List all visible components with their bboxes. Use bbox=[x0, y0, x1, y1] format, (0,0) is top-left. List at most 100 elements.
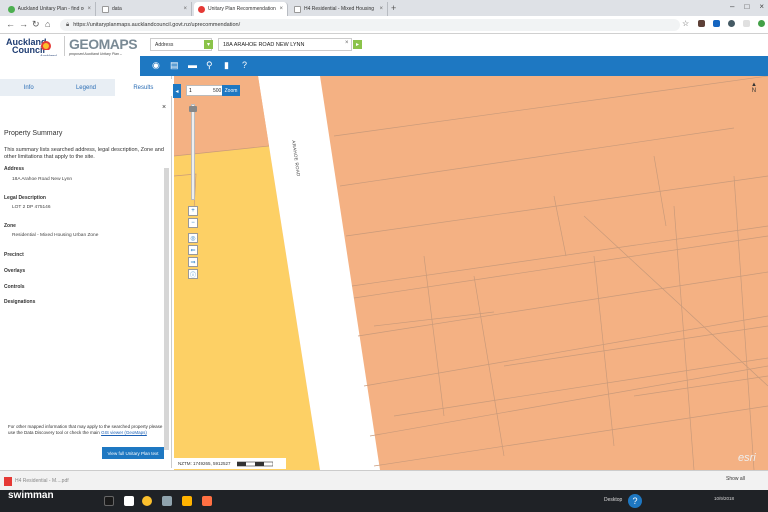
profile-avatar[interactable] bbox=[758, 20, 765, 27]
browser-tab-data[interactable]: data × bbox=[98, 2, 192, 16]
scale-denominator: 500 bbox=[213, 88, 222, 94]
reload-icon[interactable]: ↻ bbox=[32, 19, 40, 30]
task-view-icon[interactable] bbox=[124, 496, 134, 506]
collapse-panel-button[interactable]: ◂ bbox=[173, 84, 181, 98]
full-extent-icon[interactable]: ◎ bbox=[188, 233, 198, 243]
document-icon bbox=[102, 5, 109, 13]
close-icon[interactable]: × bbox=[183, 6, 187, 12]
zone-label: Zone bbox=[4, 223, 16, 229]
header-left-strip bbox=[0, 56, 140, 76]
measure-icon[interactable]: ▬ bbox=[188, 60, 197, 70]
council-logo-mark-icon bbox=[41, 41, 51, 50]
home-icon[interactable]: ⌂ bbox=[45, 19, 50, 29]
url-bar[interactable]: 🔒︎ https://unitaryplanmaps.aucklandcounc… bbox=[60, 19, 680, 31]
document-icon bbox=[294, 5, 301, 13]
zoom-in-icon[interactable]: + bbox=[188, 206, 198, 216]
extension-icons: ⋮ bbox=[698, 20, 768, 28]
tab-results[interactable]: Results bbox=[114, 79, 172, 96]
help-icon[interactable]: ? bbox=[628, 494, 642, 508]
panel-tabs: Info Legend Results bbox=[0, 79, 172, 96]
zoom-slider-handle[interactable] bbox=[189, 106, 197, 112]
gis-viewer-link[interactable]: GIS viewer (GeoMaps) bbox=[101, 430, 147, 435]
tab-info[interactable]: Info bbox=[0, 79, 57, 96]
tab-favicon-icon bbox=[8, 5, 15, 13]
scale-input[interactable] bbox=[189, 86, 209, 95]
panel-footer-text: For other mapped information that may ap… bbox=[8, 424, 163, 435]
esri-logo: esri bbox=[738, 452, 756, 464]
show-all-downloads-link[interactable]: Show all bbox=[726, 476, 745, 482]
address-label: Address bbox=[4, 166, 25, 172]
panel-scrollbar[interactable] bbox=[164, 168, 169, 450]
map-toolbar: ◉ ▤ ▬ ⚲ ▮ ? bbox=[140, 56, 768, 76]
coordinate-readout: NZTM: 1749265, 5912527 bbox=[174, 458, 286, 469]
browser-address-bar: ← → ↻ ⌂ 🔒︎ https://unitaryplanmaps.auckl… bbox=[0, 16, 768, 34]
clear-search-icon[interactable]: × bbox=[345, 40, 349, 46]
legal-description-label: Legal Description bbox=[4, 195, 46, 201]
zoom-slider[interactable] bbox=[191, 104, 195, 200]
info-icon[interactable]: ⓘ bbox=[188, 269, 198, 279]
browser-tab-unitary-plan[interactable]: Auckland Unitary Plan - find our × bbox=[4, 2, 96, 16]
browser-tab-h4-residential[interactable]: H4 Residential - Mixed Housing × bbox=[290, 2, 388, 16]
browser-tab-recommendation[interactable]: Unitary Plan Recommendation × bbox=[194, 2, 288, 16]
zoom-button[interactable]: Zoom bbox=[222, 85, 240, 96]
close-icon[interactable]: × bbox=[379, 6, 383, 12]
panel-close-icon[interactable]: × bbox=[162, 104, 166, 111]
maximize-icon[interactable]: □ bbox=[744, 2, 749, 11]
address-search-input[interactable] bbox=[218, 38, 352, 51]
controls-link[interactable]: Controls bbox=[4, 284, 25, 290]
search-go-icon[interactable]: ▸ bbox=[353, 40, 362, 49]
location-pin-icon[interactable]: ⚲ bbox=[206, 60, 213, 71]
panel-intro: This summary lists searched address, leg… bbox=[4, 147, 164, 160]
app-icon[interactable] bbox=[162, 496, 172, 506]
download-bar: H4 Residential - M....pdf bbox=[0, 470, 768, 490]
close-icon[interactable]: × bbox=[279, 6, 283, 12]
url-text: https://unitaryplanmaps.aucklandcouncil.… bbox=[73, 22, 241, 28]
search-type-dropdown-icon[interactable]: ▾ bbox=[204, 40, 213, 49]
windows-taskbar bbox=[0, 490, 768, 512]
extension-icon[interactable] bbox=[728, 20, 735, 27]
scale-bar-icon bbox=[236, 461, 273, 466]
tab-favicon-icon bbox=[198, 5, 205, 13]
forward-icon[interactable]: → bbox=[19, 19, 28, 29]
new-tab-icon[interactable]: + bbox=[391, 3, 396, 13]
extension-icon[interactable] bbox=[713, 20, 720, 27]
bookmark-icon[interactable]: ▮ bbox=[224, 60, 229, 71]
watermark: swimman bbox=[8, 490, 54, 501]
download-item[interactable]: H4 Residential - M....pdf bbox=[4, 475, 90, 487]
map-svg bbox=[174, 76, 768, 470]
chrome-icon[interactable] bbox=[142, 496, 152, 506]
extension-icon[interactable] bbox=[743, 20, 750, 27]
back-icon[interactable]: ← bbox=[6, 19, 15, 29]
map-canvas[interactable] bbox=[174, 76, 768, 470]
window-controls: – □ × bbox=[730, 2, 764, 11]
precinct-link[interactable]: Precinct bbox=[4, 252, 24, 258]
zoom-out-icon[interactable]: − bbox=[188, 218, 198, 228]
app-icon[interactable] bbox=[202, 496, 212, 506]
zone-value: Residential - Mixed Housing Urban Zone bbox=[12, 233, 99, 238]
next-extent-icon[interactable]: ⇒ bbox=[188, 257, 198, 267]
bookmark-star-icon[interactable]: ☆ bbox=[682, 19, 689, 28]
tab-legend[interactable]: Legend bbox=[57, 79, 114, 96]
previous-extent-icon[interactable]: ⇐ bbox=[188, 245, 198, 255]
desktop-label[interactable]: Desktop bbox=[604, 497, 622, 503]
view-full-plan-button[interactable]: View full Unitary Plan text bbox=[102, 447, 164, 459]
search-type-select[interactable]: Address bbox=[150, 38, 212, 51]
designations-link[interactable]: Designations bbox=[4, 299, 35, 305]
extension-icon[interactable] bbox=[698, 20, 705, 27]
panel-title: Property Summary bbox=[4, 130, 63, 137]
print-icon[interactable]: ▤ bbox=[170, 60, 179, 71]
north-arrow: ▲ N bbox=[751, 82, 757, 94]
view-eye-icon[interactable]: ◉ bbox=[152, 60, 160, 71]
window-close-icon[interactable]: × bbox=[759, 2, 764, 11]
pdf-icon bbox=[4, 476, 12, 486]
taskbar-clock[interactable]: 10/9/2018 bbox=[714, 496, 734, 502]
start-icon[interactable] bbox=[104, 496, 114, 506]
browser-tab-bar: Auckland Unitary Plan - find our × data … bbox=[0, 0, 768, 16]
help-question-icon[interactable]: ? bbox=[242, 60, 247, 70]
minimize-icon[interactable]: – bbox=[730, 2, 734, 11]
lock-icon: 🔒︎ bbox=[66, 21, 70, 28]
overlays-link[interactable]: Overlays bbox=[4, 268, 25, 274]
close-icon[interactable]: × bbox=[87, 6, 91, 12]
file-explorer-icon[interactable] bbox=[182, 496, 192, 506]
legal-description-value: LOT 2 DP 475146 bbox=[12, 205, 51, 210]
